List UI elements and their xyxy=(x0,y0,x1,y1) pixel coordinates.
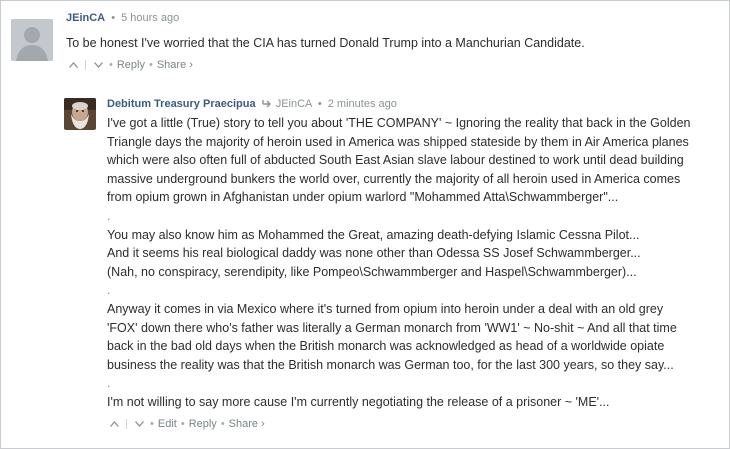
downvote-button[interactable] xyxy=(132,417,146,431)
share-button[interactable]: Share › xyxy=(229,416,265,432)
comment-thread: JEinCA • 5 hours ago To be honest I've w… xyxy=(0,0,730,449)
bullet-separator: • xyxy=(109,58,113,71)
reply-button[interactable]: Reply xyxy=(117,57,145,73)
chevron-up-icon xyxy=(109,420,119,427)
comment-line: from opium grown in Afghanistan under op… xyxy=(107,190,619,205)
share-button[interactable]: Share › xyxy=(157,57,193,73)
bullet-separator: • xyxy=(150,417,154,430)
vote-divider xyxy=(126,418,127,429)
chevron-down-icon xyxy=(93,61,103,68)
comment-line: . xyxy=(107,376,111,391)
comment-text: I've got a little (True) story to tell y… xyxy=(107,114,724,412)
default-avatar-icon xyxy=(11,19,53,61)
avatar[interactable] xyxy=(64,98,96,130)
comment-line: To be honest I've worried that the CIA h… xyxy=(66,36,585,50)
comment-line: I've got a little (True) story to tell y… xyxy=(107,116,691,130)
author-name[interactable]: Debitum Treasury Praecipua xyxy=(107,98,256,110)
comment-text: To be honest I've worried that the CIA h… xyxy=(66,34,723,53)
chevron-up-icon xyxy=(68,61,78,68)
bullet-separator: • xyxy=(317,98,322,110)
upvote-button[interactable] xyxy=(66,58,80,72)
user-avatar-image xyxy=(64,98,96,130)
reply-to-author[interactable]: JEinCA xyxy=(276,98,312,110)
bullet-separator: • xyxy=(220,417,225,430)
bullet-separator: • xyxy=(148,58,153,71)
reply-arrow-icon xyxy=(261,100,271,108)
comment-body: Debitum Treasury Praecipua JEinCA • 2 mi… xyxy=(107,97,724,432)
downvote-button[interactable] xyxy=(91,58,105,72)
timestamp[interactable]: 2 minutes ago xyxy=(328,98,397,110)
comment-line: back in the bad old days when the Britis… xyxy=(107,339,665,354)
chevron-down-icon xyxy=(134,420,144,427)
comment-line: Triangle days the majority of heroin use… xyxy=(107,134,689,149)
comment-footer: • Edit • Reply • Share › xyxy=(107,416,724,432)
timestamp[interactable]: 5 hours ago xyxy=(121,12,179,24)
reply-button[interactable]: Reply xyxy=(189,416,217,432)
comment-header: JEinCA • 5 hours ago xyxy=(66,11,723,27)
comment-line: 'FOX' down there who's father was litera… xyxy=(107,320,677,335)
bullet-separator: • xyxy=(111,12,116,24)
comment-line: . xyxy=(107,283,111,298)
comment-line: (Nah, no conspiracy, serendipity, like P… xyxy=(107,264,637,279)
comment-line: massive underground bunkers the world ov… xyxy=(107,171,681,186)
avatar[interactable] xyxy=(11,19,53,61)
bullet-separator: • xyxy=(180,417,185,430)
comment-line: . xyxy=(107,208,111,223)
comment-line: You may also know him as Mohammed the Gr… xyxy=(107,227,640,242)
author-name[interactable]: JEinCA xyxy=(66,12,105,24)
comment-header: Debitum Treasury Praecipua JEinCA • 2 mi… xyxy=(107,97,724,113)
comment-line: which were also often full of abducted S… xyxy=(107,153,684,168)
comment-footer: • Reply • Share › xyxy=(66,57,723,73)
vote-divider xyxy=(85,59,86,70)
comment-line: business the reality was that the Britis… xyxy=(107,357,674,372)
comment-line: I'm not willing to say more cause I'm cu… xyxy=(107,394,610,409)
comment-line: And it seems his real biological daddy w… xyxy=(107,246,641,261)
upvote-button[interactable] xyxy=(107,417,121,431)
comment-line: Anyway it comes in via Mexico where it's… xyxy=(107,301,664,316)
comment-body: JEinCA • 5 hours ago To be honest I've w… xyxy=(66,11,723,73)
edit-button[interactable]: Edit xyxy=(158,416,177,432)
